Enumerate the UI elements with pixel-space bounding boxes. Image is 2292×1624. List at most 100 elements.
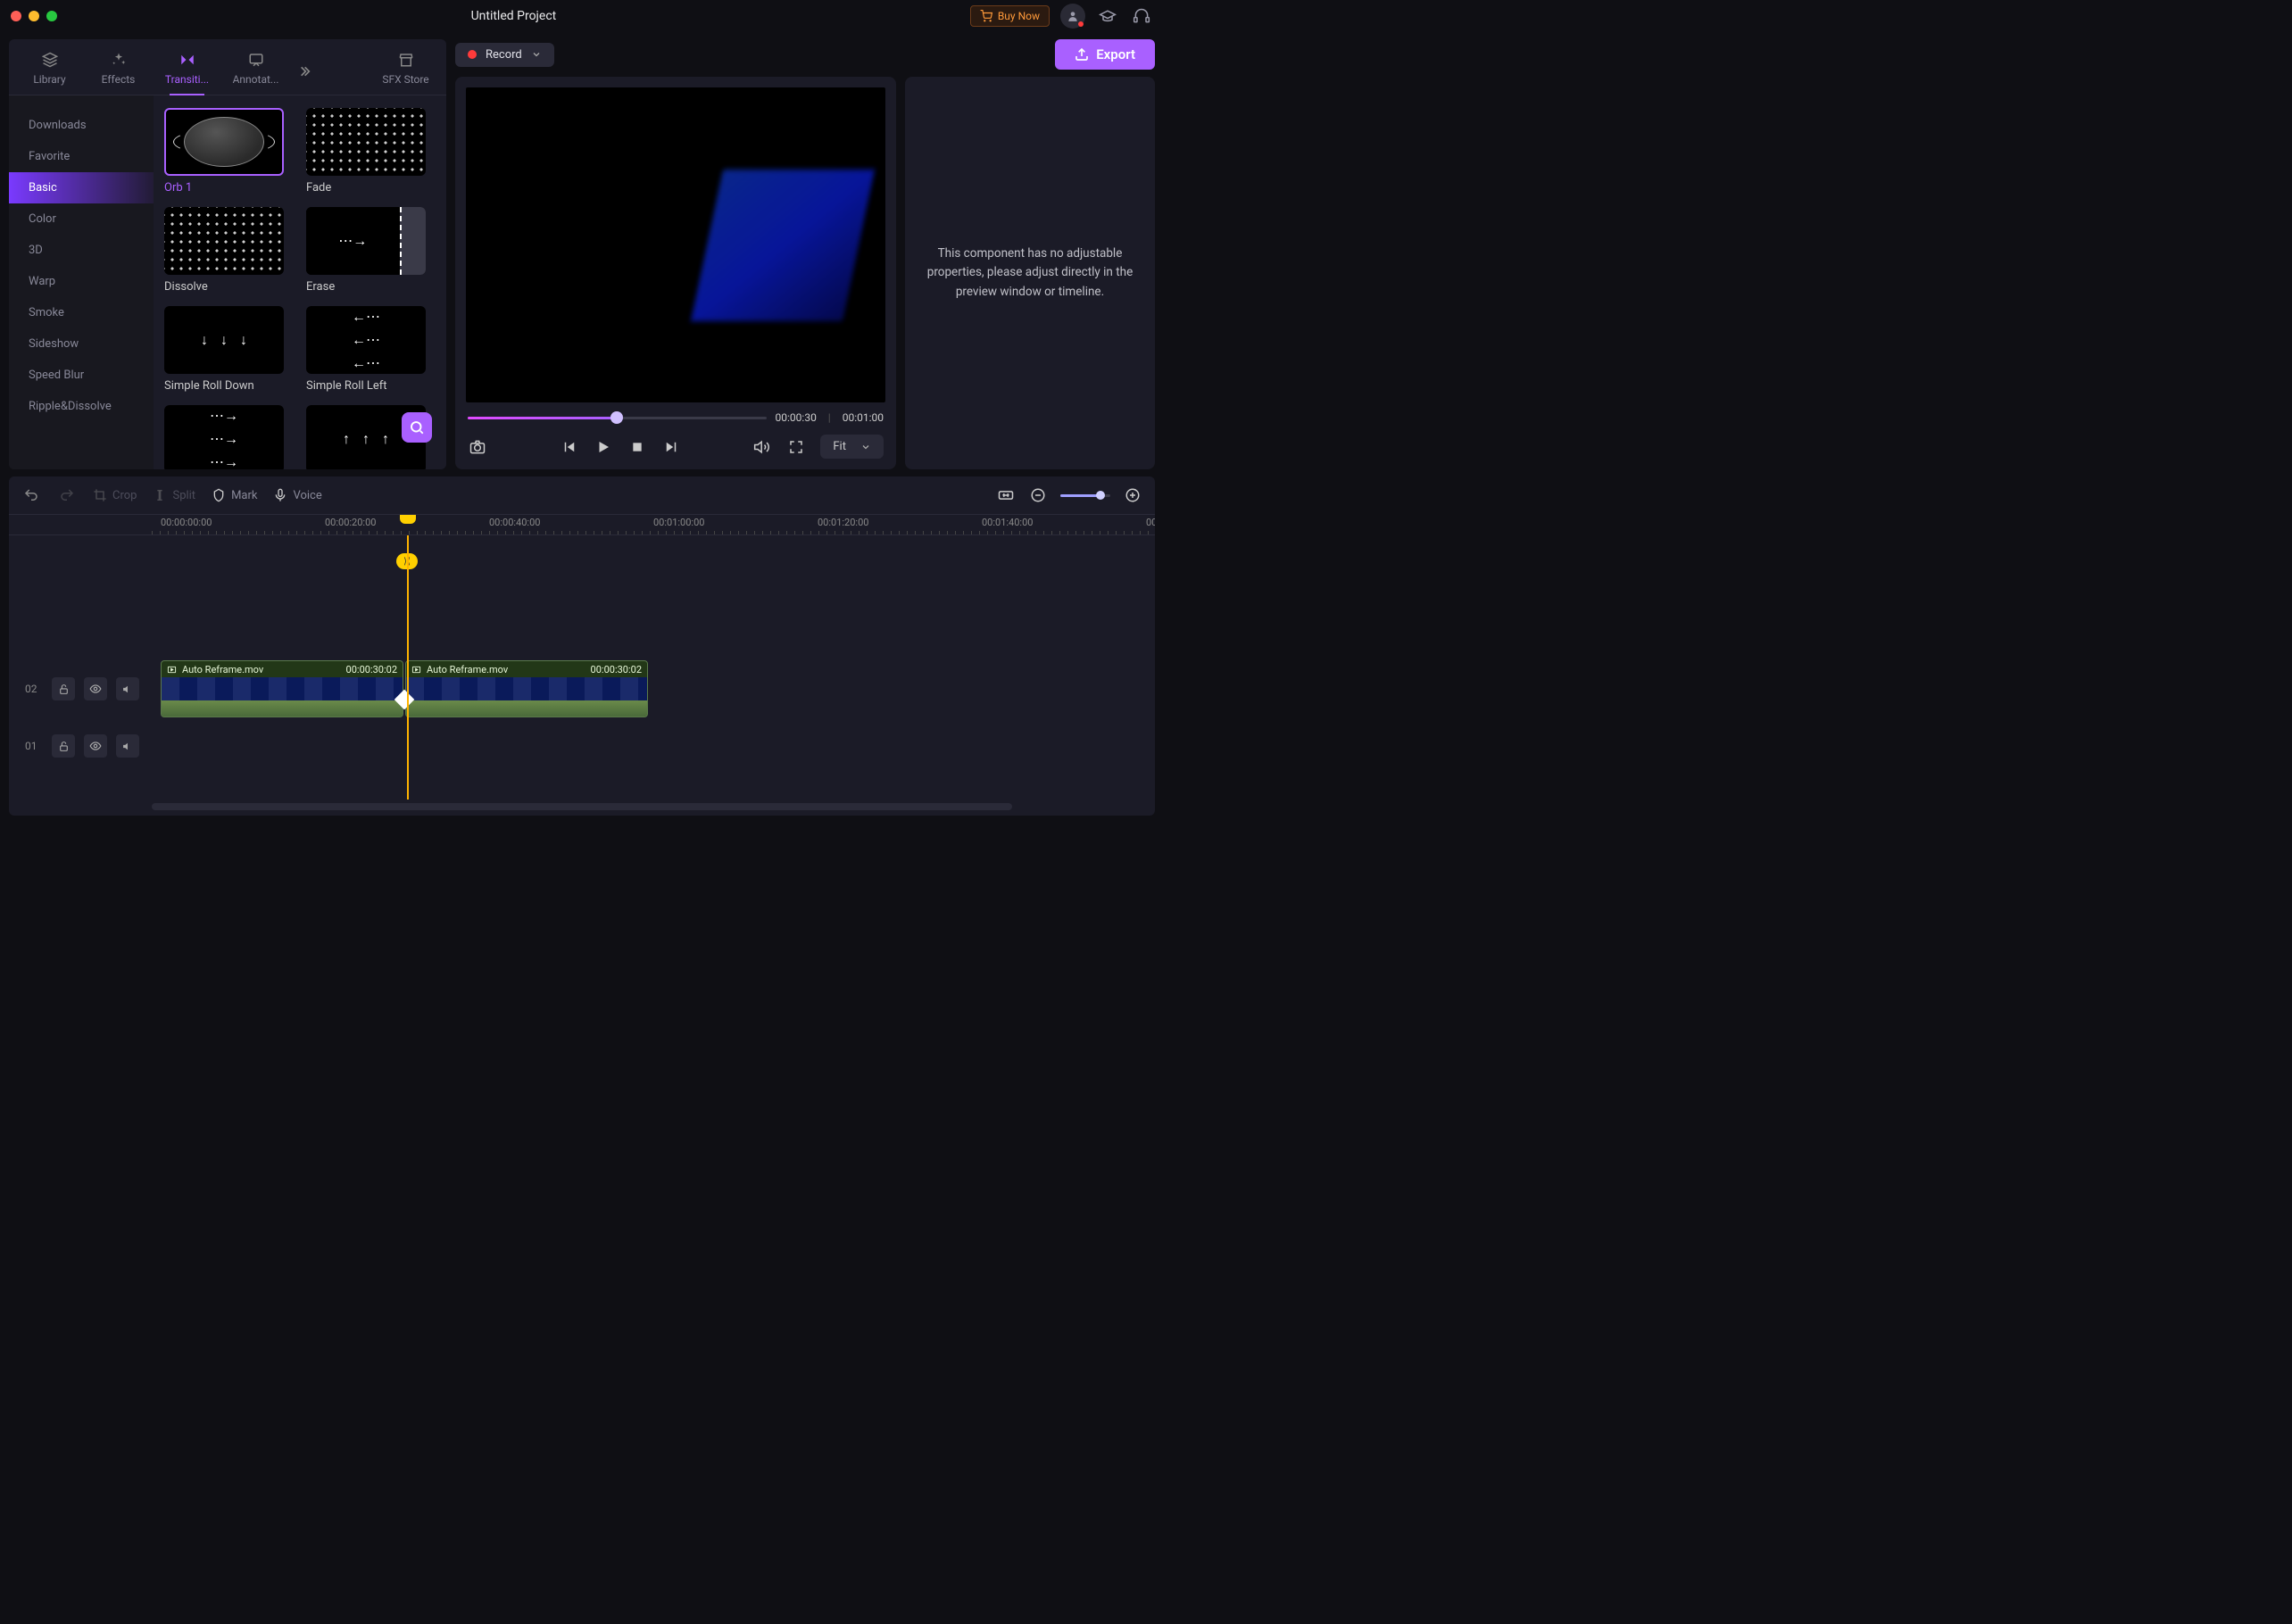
tab-sfx-store[interactable]: SFX Store bbox=[372, 48, 439, 95]
slider-handle[interactable] bbox=[610, 411, 623, 424]
transition-fade[interactable]: Fade bbox=[306, 108, 436, 195]
preview-progress-slider[interactable] bbox=[468, 417, 767, 419]
sidebar-item-downloads[interactable]: Downloads bbox=[9, 110, 154, 141]
ruler-tick: 00:02 bbox=[1146, 517, 1155, 528]
export-label: Export bbox=[1096, 46, 1135, 62]
tag-icon bbox=[212, 488, 226, 502]
zoom-fit-dropdown[interactable]: Fit bbox=[820, 435, 884, 459]
step-forward-icon bbox=[663, 439, 679, 455]
next-frame-button[interactable] bbox=[661, 437, 681, 457]
zoom-in-button[interactable] bbox=[1123, 485, 1142, 505]
fit-timeline-button[interactable] bbox=[996, 485, 1016, 505]
voice-label: Voice bbox=[293, 489, 321, 502]
transition-orb1[interactable]: Orb 1 bbox=[164, 108, 294, 195]
prev-frame-button[interactable] bbox=[560, 437, 579, 457]
playhead-line[interactable] bbox=[407, 535, 409, 800]
timeline-panel: Crop Split Mark Voice 00:00:00:00 00:00:… bbox=[9, 476, 1155, 816]
split-tool[interactable]: Split bbox=[153, 488, 195, 502]
tab-transitions[interactable]: Transiti... bbox=[154, 48, 220, 95]
transition-erase[interactable]: ⋯→ Erase bbox=[306, 207, 436, 294]
maximize-window[interactable] bbox=[46, 11, 57, 21]
zoom-handle[interactable] bbox=[1096, 491, 1105, 500]
track-mute-button[interactable] bbox=[116, 677, 139, 700]
tab-effects[interactable]: Effects bbox=[85, 48, 152, 95]
sidebar-label: Color bbox=[29, 212, 56, 226]
clip-name: Auto Reframe.mov bbox=[182, 664, 263, 675]
fullscreen-button[interactable] bbox=[786, 437, 806, 457]
account-button[interactable] bbox=[1060, 4, 1085, 29]
snapshot-button[interactable] bbox=[468, 437, 487, 457]
sidebar-item-warp[interactable]: Warp bbox=[9, 266, 154, 297]
sidebar-item-3d[interactable]: 3D bbox=[9, 235, 154, 266]
playhead-handle[interactable] bbox=[400, 515, 416, 524]
transition-label: Fade bbox=[306, 181, 436, 195]
track-lock-button[interactable] bbox=[52, 734, 75, 758]
timeline-ruler[interactable]: 00:00:00:00 00:00:20:00 00:00:40:00 00:0… bbox=[152, 515, 1155, 534]
transition-simple-roll-left[interactable]: ←⋯←⋯←⋯ Simple Roll Left bbox=[306, 306, 436, 393]
window-controls bbox=[11, 11, 57, 21]
transitions-grid: Orb 1 Fade Dissolve ⋯→ Erase bbox=[154, 95, 446, 469]
sidebar-item-favorite[interactable]: Favorite bbox=[9, 141, 154, 172]
tab-annotations[interactable]: Annotat... bbox=[222, 48, 289, 95]
preview-viewport[interactable] bbox=[466, 87, 885, 402]
track-lock-button[interactable] bbox=[52, 677, 75, 700]
transition-thumb: ←⋯←⋯←⋯ bbox=[306, 306, 426, 374]
transition-label: Dissolve bbox=[164, 280, 294, 294]
search-transitions-button[interactable] bbox=[402, 412, 432, 443]
notification-dot bbox=[1078, 21, 1084, 27]
buy-now-button[interactable]: Buy Now bbox=[970, 5, 1050, 27]
support-button[interactable] bbox=[1130, 4, 1153, 28]
crop-tool[interactable]: Crop bbox=[93, 488, 137, 502]
export-button[interactable]: Export bbox=[1055, 39, 1155, 70]
zoom-slider[interactable] bbox=[1060, 494, 1110, 497]
crop-icon bbox=[93, 488, 107, 502]
play-button[interactable] bbox=[594, 437, 613, 457]
library-icon bbox=[42, 52, 58, 68]
sidebar-label: Sideshow bbox=[29, 337, 79, 351]
transition-thumb bbox=[164, 207, 284, 275]
sidebar-item-sideshow[interactable]: Sideshow bbox=[9, 328, 154, 360]
tutorials-button[interactable] bbox=[1096, 4, 1119, 28]
sidebar-item-smoke[interactable]: Smoke bbox=[9, 297, 154, 328]
chevron-down-icon bbox=[531, 49, 542, 60]
cart-icon bbox=[980, 10, 992, 22]
undo-button[interactable] bbox=[21, 485, 41, 505]
close-window[interactable] bbox=[11, 11, 21, 21]
timeline-clip[interactable]: Auto Reframe.mov 00:00:30:02 bbox=[161, 660, 403, 717]
total-time: 00:01:00 bbox=[843, 411, 884, 424]
clip-duration: 00:00:30:02 bbox=[346, 664, 397, 675]
redo-button[interactable] bbox=[57, 485, 77, 505]
sidebar-item-ripple-dissolve[interactable]: Ripple&Dissolve bbox=[9, 391, 154, 422]
user-icon bbox=[1067, 10, 1079, 22]
transition-simple-roll-right[interactable]: ⋯→⋯→⋯→ bbox=[164, 405, 294, 469]
lock-icon bbox=[58, 684, 70, 695]
track-number: 01 bbox=[25, 740, 43, 752]
track-visibility-button[interactable] bbox=[84, 677, 107, 700]
sidebar-item-speed-blur[interactable]: Speed Blur bbox=[9, 360, 154, 391]
minimize-window[interactable] bbox=[29, 11, 39, 21]
record-dropdown[interactable]: Record bbox=[455, 43, 554, 67]
sidebar-item-basic[interactable]: Basic bbox=[9, 172, 154, 203]
tab-library[interactable]: Library bbox=[16, 48, 83, 95]
timeline-clip[interactable]: Auto Reframe.mov 00:00:30:02 bbox=[405, 660, 648, 717]
stop-button[interactable] bbox=[627, 437, 647, 457]
transition-dissolve[interactable]: Dissolve bbox=[164, 207, 294, 294]
sidebar-label: Downloads bbox=[29, 119, 87, 132]
mark-tool[interactable]: Mark bbox=[212, 488, 257, 502]
transition-simple-roll-down[interactable]: ↓↓↓ Simple Roll Down bbox=[164, 306, 294, 393]
zoom-out-button[interactable] bbox=[1028, 485, 1048, 505]
sidebar-item-color[interactable]: Color bbox=[9, 203, 154, 235]
undo-icon bbox=[23, 487, 39, 503]
properties-empty-message: This component has no adjustable propert… bbox=[923, 244, 1137, 302]
tabs-more[interactable] bbox=[291, 64, 318, 79]
fit-width-icon bbox=[997, 486, 1015, 504]
clip-name: Auto Reframe.mov bbox=[427, 664, 508, 675]
volume-button[interactable] bbox=[752, 437, 772, 457]
voice-tool[interactable]: Voice bbox=[273, 488, 321, 502]
transition-thumb bbox=[306, 108, 426, 176]
track-mute-button[interactable] bbox=[116, 734, 139, 758]
track-01: 01 bbox=[9, 717, 1155, 775]
track-visibility-button[interactable] bbox=[84, 734, 107, 758]
timeline-scrollbar[interactable] bbox=[152, 803, 1012, 810]
titlebar: Untitled Project Buy Now bbox=[0, 0, 1164, 32]
